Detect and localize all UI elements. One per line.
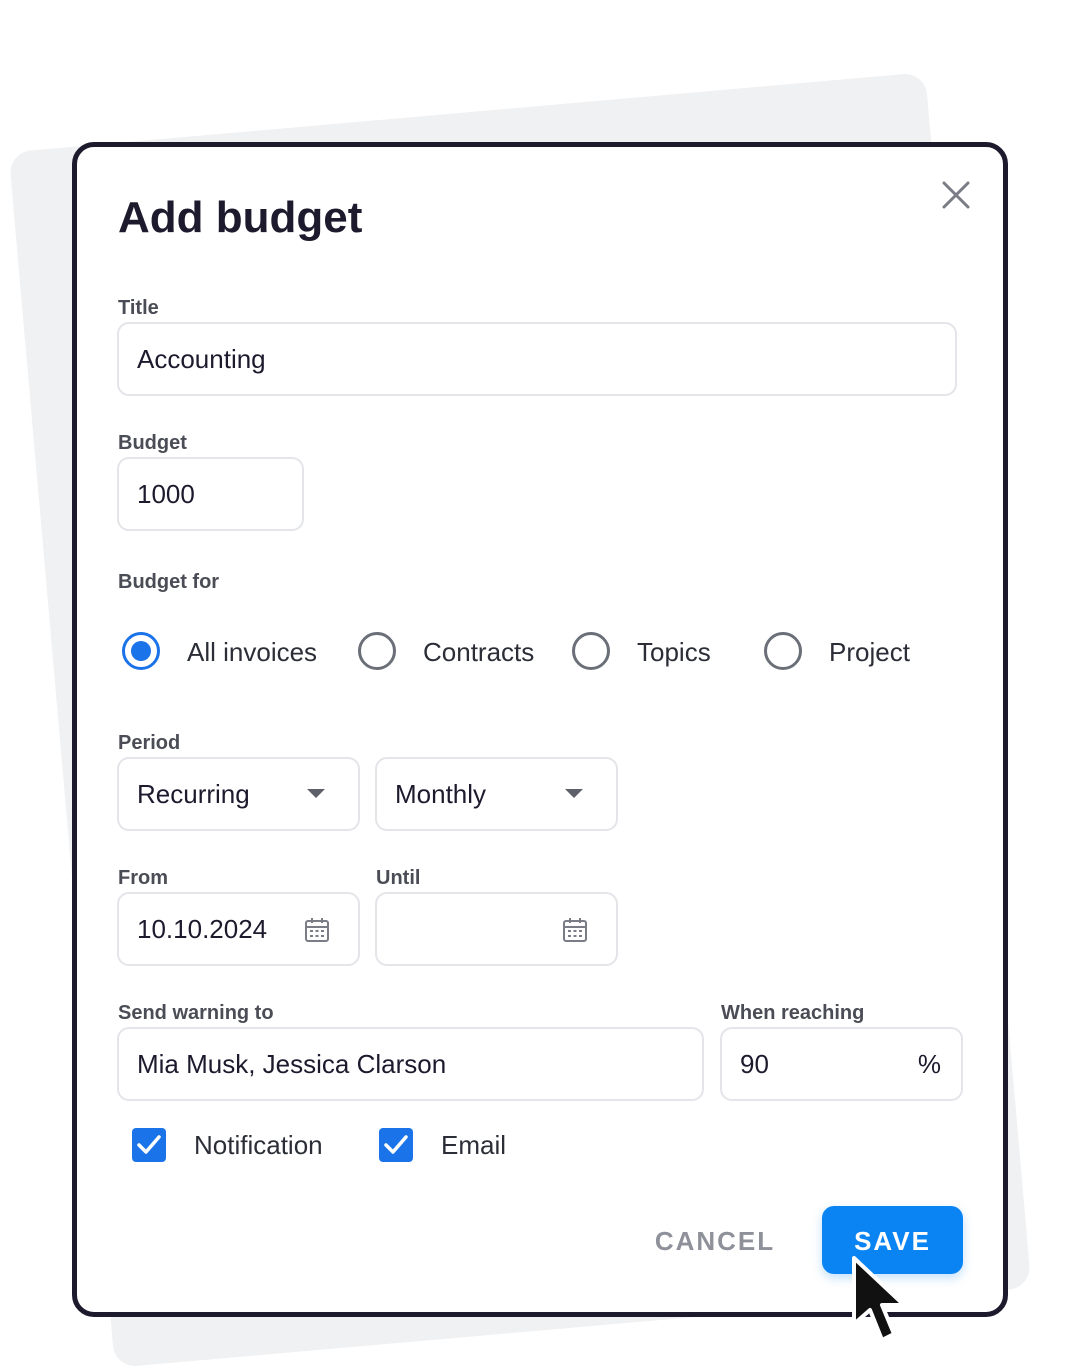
period-type-select[interactable]: Recurring <box>117 757 360 831</box>
period-label: Period <box>118 732 181 754</box>
radio-all-invoices[interactable] <box>122 632 160 670</box>
radio-label-topics: Topics <box>637 637 711 667</box>
budget-for-label: Budget for <box>118 571 220 593</box>
radio-label-project: Project <box>829 637 910 667</box>
radio-project[interactable] <box>764 632 802 670</box>
from-date-input[interactable]: 10.10.2024 <box>117 892 360 966</box>
threshold-value: 90 <box>740 1049 769 1079</box>
from-label: From <box>118 867 168 889</box>
budget-value: 1000 <box>137 479 195 509</box>
until-date-input[interactable] <box>375 892 618 966</box>
chevron-down-icon <box>307 789 325 798</box>
close-icon[interactable] <box>938 177 974 213</box>
calendar-icon[interactable] <box>303 916 331 944</box>
calendar-icon[interactable] <box>561 916 589 944</box>
period-type-value: Recurring <box>137 779 250 809</box>
threshold-input[interactable]: 90 % <box>720 1027 963 1101</box>
mouse-pointer-icon <box>852 1256 906 1342</box>
period-frequency-value: Monthly <box>395 779 487 809</box>
checkmark-icon <box>384 1135 408 1154</box>
email-label: Email <box>441 1130 507 1160</box>
radio-contracts[interactable] <box>358 632 396 670</box>
notification-checkbox[interactable] <box>132 1128 166 1162</box>
title-label: Title <box>118 297 159 319</box>
dialog-title: Add budget <box>118 193 363 242</box>
radio-topics[interactable] <box>572 632 610 670</box>
until-label: Until <box>376 867 421 889</box>
send-warning-label: Send warning to <box>118 1002 274 1024</box>
period-frequency-select[interactable]: Monthly <box>375 757 618 831</box>
percent-unit: % <box>917 1049 941 1079</box>
budget-input[interactable]: 1000 <box>117 457 304 531</box>
send-warning-value: Mia Musk, Jessica Clarson <box>137 1049 447 1079</box>
email-checkbox[interactable] <box>379 1128 413 1162</box>
send-warning-input[interactable]: Mia Musk, Jessica Clarson <box>117 1027 704 1101</box>
radio-selected-dot <box>131 641 151 661</box>
budget-label: Budget <box>118 432 187 454</box>
radio-label-contracts: Contracts <box>423 637 535 667</box>
when-reaching-label: When reaching <box>721 1002 865 1024</box>
notification-label: Notification <box>194 1130 323 1160</box>
title-input[interactable]: Accounting <box>117 322 957 396</box>
chevron-down-icon <box>565 789 583 798</box>
radio-label-all-invoices: All invoices <box>187 637 318 667</box>
checkmark-icon <box>137 1135 161 1154</box>
from-date-value: 10.10.2024 <box>137 914 268 944</box>
cancel-button[interactable]: CANCEL <box>640 1208 790 1272</box>
title-value: Accounting <box>137 344 266 374</box>
